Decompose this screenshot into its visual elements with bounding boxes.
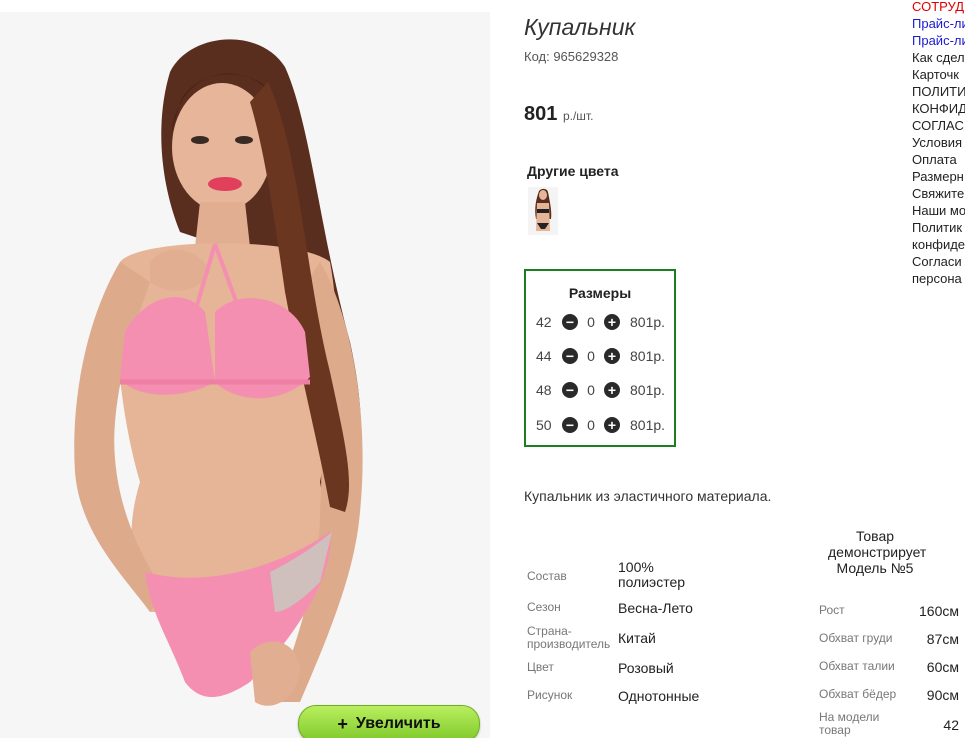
model-measure-label: Рост bbox=[819, 603, 845, 617]
plus-icon[interactable]: + bbox=[604, 348, 620, 364]
zoom-button-label: Увеличить bbox=[355, 715, 441, 732]
minus-icon[interactable]: − bbox=[562, 348, 578, 364]
menu-link[interactable]: Согласи bbox=[912, 253, 965, 270]
size-label: 44 bbox=[536, 348, 552, 364]
spec-label: Рисунок bbox=[527, 688, 573, 702]
menu-link[interactable]: ПОЛИТИ bbox=[912, 83, 965, 100]
model-photo-illustration bbox=[0, 12, 490, 738]
spec-label: Страна-производитель bbox=[527, 624, 611, 651]
menu-link[interactable]: Условия bbox=[912, 134, 965, 151]
menu-link[interactable]: Прайс-ли bbox=[912, 32, 965, 49]
menu-link[interactable]: Карточк bbox=[912, 66, 965, 83]
model-measure-label: На модели товар bbox=[819, 710, 880, 737]
size-label: 42 bbox=[536, 314, 552, 330]
menu-link[interactable]: Оплата bbox=[912, 151, 965, 168]
menu-link[interactable]: Размерн bbox=[912, 168, 965, 185]
product-price: 801 р./шт. bbox=[524, 103, 593, 126]
size-label: 48 bbox=[536, 382, 552, 398]
size-row: 44 − 0 + 801р. bbox=[536, 345, 665, 367]
spec-label: Сезон bbox=[527, 600, 561, 614]
model-measure-value: 42 bbox=[943, 717, 959, 733]
size-price: 801р. bbox=[630, 417, 666, 433]
thumbnail-image bbox=[528, 187, 558, 235]
size-row: 42 − 0 + 801р. bbox=[536, 311, 665, 333]
model-measure-value: 60см bbox=[926, 659, 959, 675]
menu-link[interactable]: Как сдел bbox=[912, 49, 965, 66]
menu-link[interactable]: конфиде bbox=[912, 236, 965, 253]
size-row: 50 − 0 + 801р. bbox=[536, 414, 665, 436]
plus-icon[interactable]: + bbox=[604, 382, 620, 398]
menu-link[interactable]: СОГЛАС bbox=[912, 117, 965, 134]
plus-icon[interactable]: + bbox=[604, 417, 620, 433]
menu-link[interactable]: КОНФИД bbox=[912, 100, 965, 117]
model-measure-label: Обхват бёдер bbox=[819, 687, 897, 701]
spec-value: 100% полиэстер bbox=[618, 559, 686, 590]
quantity-value: 0 bbox=[587, 382, 595, 398]
quantity-value: 0 bbox=[587, 348, 595, 364]
plus-icon[interactable]: + bbox=[604, 314, 620, 330]
spec-value: Розовый bbox=[618, 660, 674, 676]
minus-icon[interactable]: − bbox=[562, 314, 578, 330]
side-menu: СОТРУДН Прайс-ли Прайс-ли Как сдел Карто… bbox=[912, 0, 965, 287]
menu-link[interactable]: персона bbox=[912, 270, 965, 287]
size-price: 801р. bbox=[630, 382, 666, 398]
product-photo[interactable]: + Увеличить bbox=[0, 12, 490, 738]
spec-value: Весна-Лето bbox=[618, 600, 693, 616]
price-unit: р./шт. bbox=[562, 109, 594, 123]
size-row: 48 − 0 + 801р. bbox=[536, 379, 665, 401]
model-measure-label: Обхват талии bbox=[819, 659, 895, 673]
product-title: Купальник bbox=[524, 14, 636, 40]
zoom-button[interactable]: + Увеличить bbox=[298, 705, 480, 738]
size-price: 801р. bbox=[630, 348, 666, 364]
minus-icon[interactable]: − bbox=[562, 382, 578, 398]
minus-icon[interactable]: − bbox=[562, 417, 578, 433]
other-colors-heading: Другие цвета bbox=[527, 163, 619, 179]
menu-link[interactable]: Прайс-ли bbox=[912, 15, 965, 32]
model-measure-label: Обхват груди bbox=[819, 631, 893, 645]
model-measure-value: 90см bbox=[926, 687, 959, 703]
sizes-title: Размеры bbox=[568, 285, 632, 301]
spec-value: Китай bbox=[618, 630, 656, 646]
menu-link[interactable]: Политик bbox=[912, 219, 965, 236]
menu-link[interactable]: Наши мо bbox=[912, 202, 965, 219]
color-variant-thumbnail[interactable] bbox=[528, 187, 558, 235]
model-measure-value: 160см bbox=[919, 603, 959, 619]
plus-icon: + bbox=[337, 713, 348, 734]
product-code: Код: 965629328 bbox=[524, 49, 619, 64]
menu-link[interactable]: Свяжите bbox=[912, 185, 965, 202]
spec-label: Цвет bbox=[527, 660, 554, 674]
product-description: Купальник из эластичного материала. bbox=[524, 488, 772, 504]
model-measure-value: 87см bbox=[926, 631, 959, 647]
quantity-value: 0 bbox=[587, 417, 595, 433]
sizes-box: Размеры 42 − 0 + 801р. 44 − 0 + 801р. 48… bbox=[524, 269, 676, 447]
menu-link[interactable]: СОТРУДН bbox=[912, 0, 965, 15]
model-heading: Товар демонстрирует Модель №5 bbox=[828, 528, 927, 576]
spec-value: Однотонные bbox=[618, 688, 700, 704]
size-label: 50 bbox=[536, 417, 552, 433]
spec-label: Состав bbox=[527, 569, 567, 583]
size-price: 801р. bbox=[630, 314, 666, 330]
price-value: 801 bbox=[524, 103, 558, 125]
quantity-value: 0 bbox=[587, 314, 595, 330]
